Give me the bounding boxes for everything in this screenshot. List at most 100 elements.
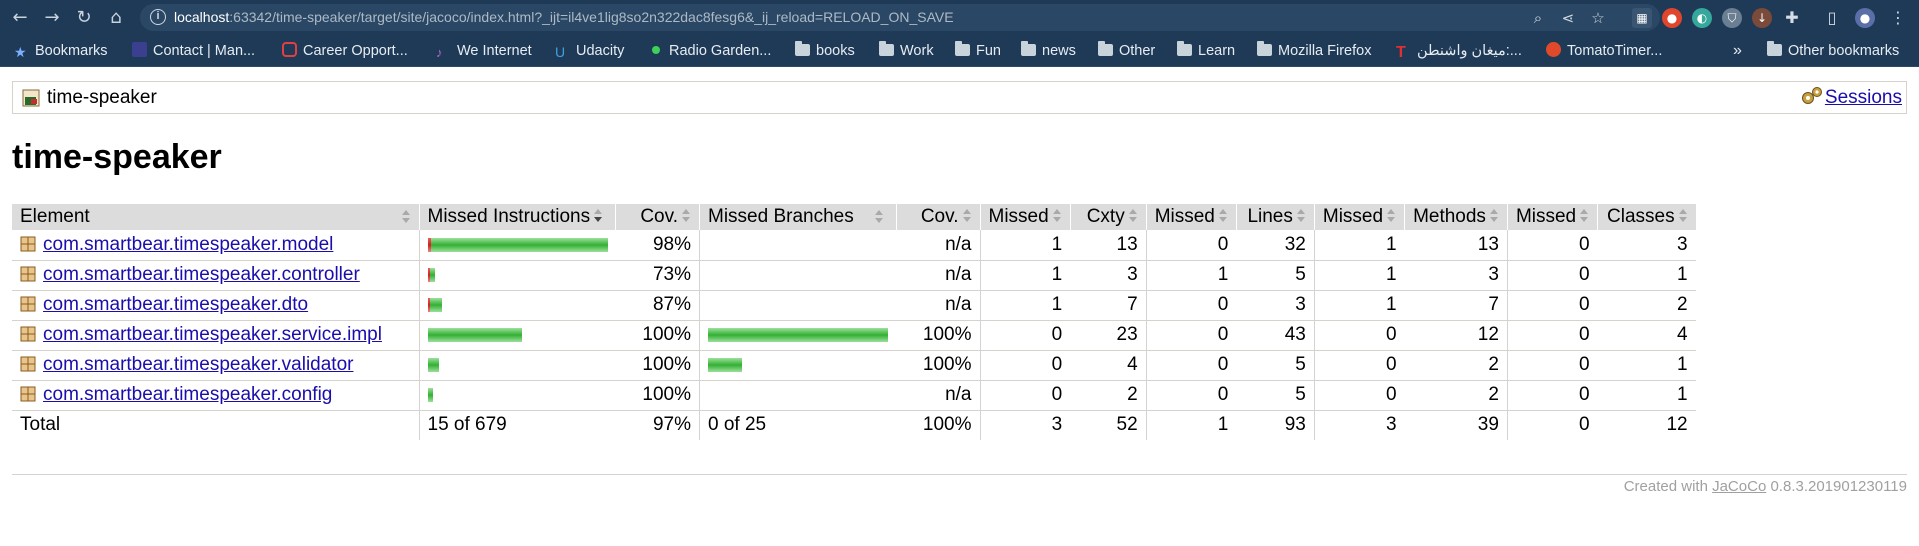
bookmark-item[interactable]: Career Opport... (282, 42, 408, 60)
jacoco-link[interactable]: JaCoCo (1712, 478, 1766, 495)
header-methods-missed[interactable]: Missed (1313, 204, 1405, 230)
instr-bar-cell (418, 320, 616, 350)
package-link[interactable]: com.smartbear.timespeaker.config (43, 384, 332, 405)
folder-icon (1257, 41, 1272, 56)
methods-missed: 1 (1313, 260, 1405, 290)
sort-icon (1678, 209, 1688, 223)
bookmark-item[interactable]: T ميغان واشنطن:... (1396, 42, 1522, 61)
puzzle-extensions-icon[interactable]: ✚ (1782, 8, 1802, 28)
header-branch-cov[interactable]: Cov. (895, 204, 980, 230)
lines-missed: 0 (1145, 230, 1237, 260)
bookmark-folder[interactable]: Other (1098, 41, 1155, 60)
methods: 13 (1477, 233, 1499, 255)
total-label: Total (20, 414, 61, 436)
header-classes[interactable]: Classes (1597, 204, 1696, 230)
branch-bar-cell (699, 230, 896, 260)
page-title: time-speaker (12, 138, 222, 176)
share-icon[interactable]: ⋖ (1558, 8, 1578, 28)
header-instr-cov[interactable]: Cov. (615, 204, 700, 230)
reload-icon[interactable]: ↻ (72, 6, 96, 30)
instr-bar-cell (418, 380, 616, 410)
side-panel-icon[interactable]: ▯ (1822, 8, 1842, 28)
profile-avatar[interactable]: ● (1855, 8, 1875, 28)
download-extension-icon[interactable]: ↓ (1752, 8, 1772, 28)
package-link[interactable]: com.smartbear.timespeaker.service.impl (43, 324, 382, 345)
package-link[interactable]: com.smartbear.timespeaker.validator (43, 354, 353, 375)
breadcrumb-item: time-speaker (47, 87, 157, 108)
covered-segment (427, 358, 439, 372)
branch-coverage-bar (708, 356, 742, 372)
footer-divider (12, 474, 1907, 475)
package-icon (20, 236, 36, 252)
instr-cov: 100% (642, 354, 691, 375)
site-info-icon[interactable]: i (150, 9, 166, 25)
sessions-link[interactable]: Sessions (1801, 86, 1902, 109)
package-link[interactable]: com.smartbear.timespeaker.dto (43, 294, 308, 315)
bookmark-folder[interactable]: news (1021, 41, 1076, 60)
qr-extension-icon[interactable]: ▦ (1632, 8, 1652, 28)
instr-coverage-bar (427, 326, 522, 342)
site-icon: T (1396, 44, 1406, 61)
package-link[interactable]: com.smartbear.timespeaker.model (43, 234, 333, 255)
bookmark-item[interactable]: Radio Garden... (650, 42, 771, 60)
branch-cov: 100% (922, 354, 972, 375)
zoom-icon[interactable]: ⌕ (1528, 8, 1548, 28)
bookmark-item[interactable]: ★ Bookmarks (14, 42, 108, 60)
table-row: com.smartbear.timespeaker.validator 100% 1… (12, 350, 1696, 380)
home-icon[interactable]: ⌂ (104, 6, 128, 30)
lines-missed: 1 (1145, 260, 1237, 290)
covered-segment (430, 237, 608, 252)
package-icon (20, 356, 36, 372)
extension-teal-icon[interactable]: ◐ (1692, 8, 1712, 28)
package-link[interactable]: com.smartbear.timespeaker.controller (43, 264, 360, 285)
table-row: com.smartbear.timespeaker.controller 73% n… (12, 260, 1696, 290)
header-cx-missed[interactable]: Missed (979, 204, 1071, 230)
table-row: com.smartbear.timespeaker.model 98% n/a 1 13… (12, 230, 1696, 260)
header-classes-missed[interactable]: Missed (1506, 204, 1598, 230)
folder-icon (1021, 41, 1036, 56)
classes: 2 (1677, 294, 1688, 315)
bookmark-item[interactable]: TomatoTimer... (1546, 42, 1662, 60)
header-missed-branches[interactable]: Missed Branches (699, 204, 896, 230)
covered-segment (708, 358, 742, 372)
bookmark-folder[interactable]: Learn (1177, 41, 1235, 60)
bookmark-folder[interactable]: Mozilla Firefox (1257, 41, 1371, 60)
bookmark-folder[interactable]: books (795, 41, 855, 60)
extension-red-icon[interactable]: ● (1662, 8, 1682, 28)
menu-kebab-icon[interactable]: ⋮ (1888, 8, 1908, 28)
package-icon (20, 386, 36, 402)
total-classes-missed: 0 (1506, 410, 1598, 440)
bookmark-item[interactable]: U Udacity (555, 42, 624, 60)
covered-segment (427, 328, 522, 342)
bookmark-item[interactable]: ♪ We Internet (436, 42, 532, 60)
bookmark-folder[interactable]: Fun (955, 41, 1001, 60)
url-text[interactable]: localhost:63342/time-speaker/target/site… (174, 9, 954, 25)
header-lines-missed[interactable]: Missed (1145, 204, 1237, 230)
sort-icon (682, 209, 691, 223)
header-cxty[interactable]: Cxty (1069, 204, 1147, 230)
methods-missed: 0 (1313, 320, 1405, 350)
header-element[interactable]: Element (12, 204, 419, 230)
bookmark-folder[interactable]: Work (879, 41, 934, 60)
total-cx-missed: 3 (979, 410, 1071, 440)
instr-cov: 98% (652, 233, 691, 255)
site-icon (132, 42, 147, 57)
other-bookmarks-folder[interactable]: Other bookmarks (1767, 41, 1899, 60)
classes-missed: 0 (1506, 320, 1598, 350)
sort-icon (1128, 209, 1138, 223)
header-methods[interactable]: Methods (1404, 204, 1508, 230)
bookmark-item[interactable]: Contact | Man... (132, 42, 255, 60)
package-icon (20, 326, 36, 342)
address-bar[interactable]: i localhost:63342/time-speaker/target/si… (140, 4, 1660, 31)
shield-extension-icon[interactable]: ⛉ (1722, 8, 1742, 28)
sort-icon (1052, 209, 1062, 223)
header-lines[interactable]: Lines (1235, 204, 1315, 230)
bookmark-star-icon[interactable]: ☆ (1588, 8, 1608, 28)
forward-arrow-icon[interactable]: → (40, 6, 64, 30)
branch-bar-cell (699, 350, 896, 380)
bookmarks-overflow-button[interactable]: » (1733, 42, 1742, 60)
methods: 12 (1477, 324, 1499, 345)
back-arrow-icon[interactable]: ← (8, 6, 32, 30)
classes-missed: 0 (1506, 260, 1598, 290)
header-missed-instructions[interactable]: Missed Instructions (418, 204, 616, 230)
